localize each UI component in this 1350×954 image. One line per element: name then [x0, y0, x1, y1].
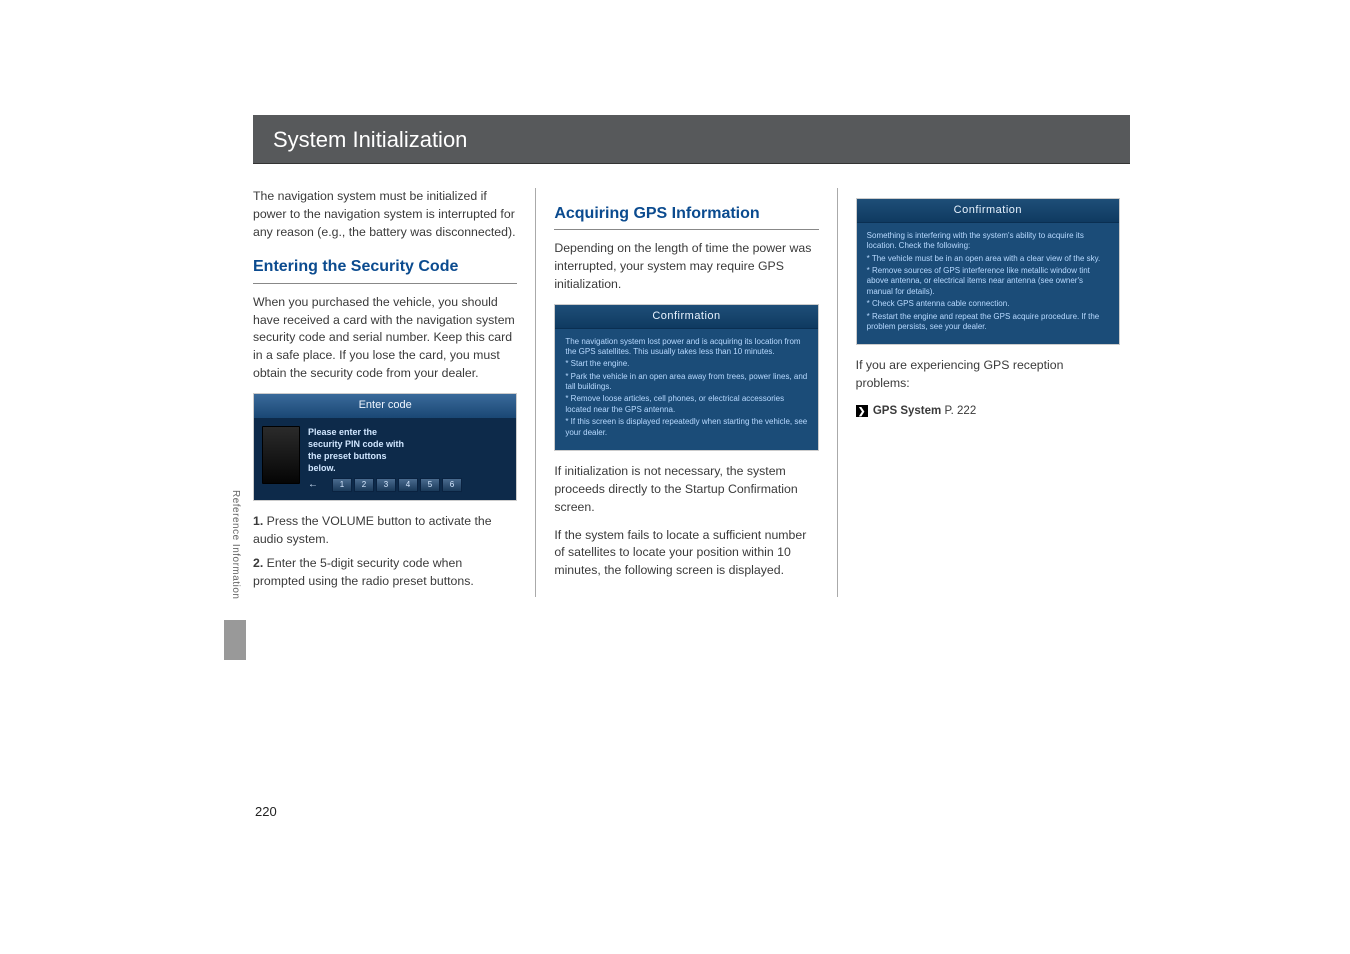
column-1: The navigation system must be initialize… — [253, 188, 536, 597]
confirmation-screenshot-1: Confirmation The navigation system lost … — [554, 304, 818, 451]
preset-buttons-row: 1 2 3 4 5 6 — [332, 478, 462, 492]
gps-problems-para: If you are experiencing GPS reception pr… — [856, 357, 1120, 393]
intro-text: The navigation system must be initialize… — [253, 188, 517, 241]
step-number: 2. — [253, 556, 263, 570]
arrow-icon: ← — [308, 478, 318, 493]
cross-reference: ❯ GPS System P. 222 — [856, 403, 1120, 420]
confirmation-line: * Remove loose articles, cell phones, or… — [565, 394, 807, 415]
device-illustration — [262, 426, 300, 484]
confirmation-line: Something is interfering with the system… — [867, 231, 1109, 252]
step-text: Press the VOLUME button to activate the … — [253, 514, 492, 546]
link-page: P. 222 — [941, 405, 976, 417]
enter-code-text: Please enter the security PIN code with … — [308, 426, 508, 475]
preset-button: 5 — [420, 478, 440, 492]
enter-code-line: Please enter the — [308, 427, 377, 437]
heading-security-code: Entering the Security Code — [253, 255, 517, 283]
link-label: GPS System — [873, 405, 941, 417]
column-3: Confirmation Something is interfering wi… — [838, 188, 1120, 597]
confirmation-line: * Check GPS antenna cable connection. — [867, 299, 1109, 309]
page-number: 220 — [255, 804, 277, 819]
enter-code-title: Enter code — [254, 394, 516, 418]
side-section-label: Reference Information — [230, 490, 241, 599]
gps-para-1: Depending on the length of time the powe… — [554, 240, 818, 293]
step-text: Enter the 5-digit security code when pro… — [253, 556, 474, 588]
gps-para-3: If the system fails to locate a sufficie… — [554, 527, 818, 580]
preset-button: 3 — [376, 478, 396, 492]
enter-code-line: the preset buttons — [308, 451, 387, 461]
link-icon: ❯ — [856, 405, 868, 417]
preset-button: 1 — [332, 478, 352, 492]
confirmation-line: * Remove sources of GPS interference lik… — [867, 266, 1109, 297]
column-2: Acquiring GPS Information Depending on t… — [536, 188, 837, 597]
confirmation-line: * Park the vehicle in an open area away … — [565, 372, 807, 393]
preset-button: 4 — [398, 478, 418, 492]
content-columns: The navigation system must be initialize… — [253, 188, 1120, 597]
confirmation-line: * The vehicle must be in an open area wi… — [867, 254, 1109, 264]
enter-code-line: security PIN code with — [308, 439, 404, 449]
confirmation-body: The navigation system lost power and is … — [555, 329, 817, 451]
confirmation-line: * Restart the engine and repeat the GPS … — [867, 312, 1109, 333]
confirmation-body: Something is interfering with the system… — [857, 223, 1119, 345]
security-code-para: When you purchased the vehicle, you shou… — [253, 294, 517, 383]
page-title: System Initialization — [253, 115, 1130, 164]
confirmation-line: * If this screen is displayed repeatedly… — [565, 417, 807, 438]
preset-button: 6 — [442, 478, 462, 492]
step-1: 1. Press the VOLUME button to activate t… — [253, 513, 517, 549]
confirmation-screenshot-2: Confirmation Something is interfering wi… — [856, 198, 1120, 345]
heading-gps-info: Acquiring GPS Information — [554, 202, 818, 230]
preset-button: 2 — [354, 478, 374, 492]
confirmation-title: Confirmation — [555, 305, 817, 329]
enter-code-line: below. — [308, 463, 336, 473]
step-2: 2. Enter the 5-digit security code when … — [253, 555, 517, 591]
confirmation-line: The navigation system lost power and is … — [565, 337, 807, 358]
gps-para-2: If initialization is not necessary, the … — [554, 463, 818, 516]
confirmation-title: Confirmation — [857, 199, 1119, 223]
step-number: 1. — [253, 514, 263, 528]
side-tab-decoration — [224, 620, 246, 660]
enter-code-screenshot: Enter code Please enter the security PIN… — [253, 393, 517, 502]
confirmation-line: * Start the engine. — [565, 359, 807, 369]
